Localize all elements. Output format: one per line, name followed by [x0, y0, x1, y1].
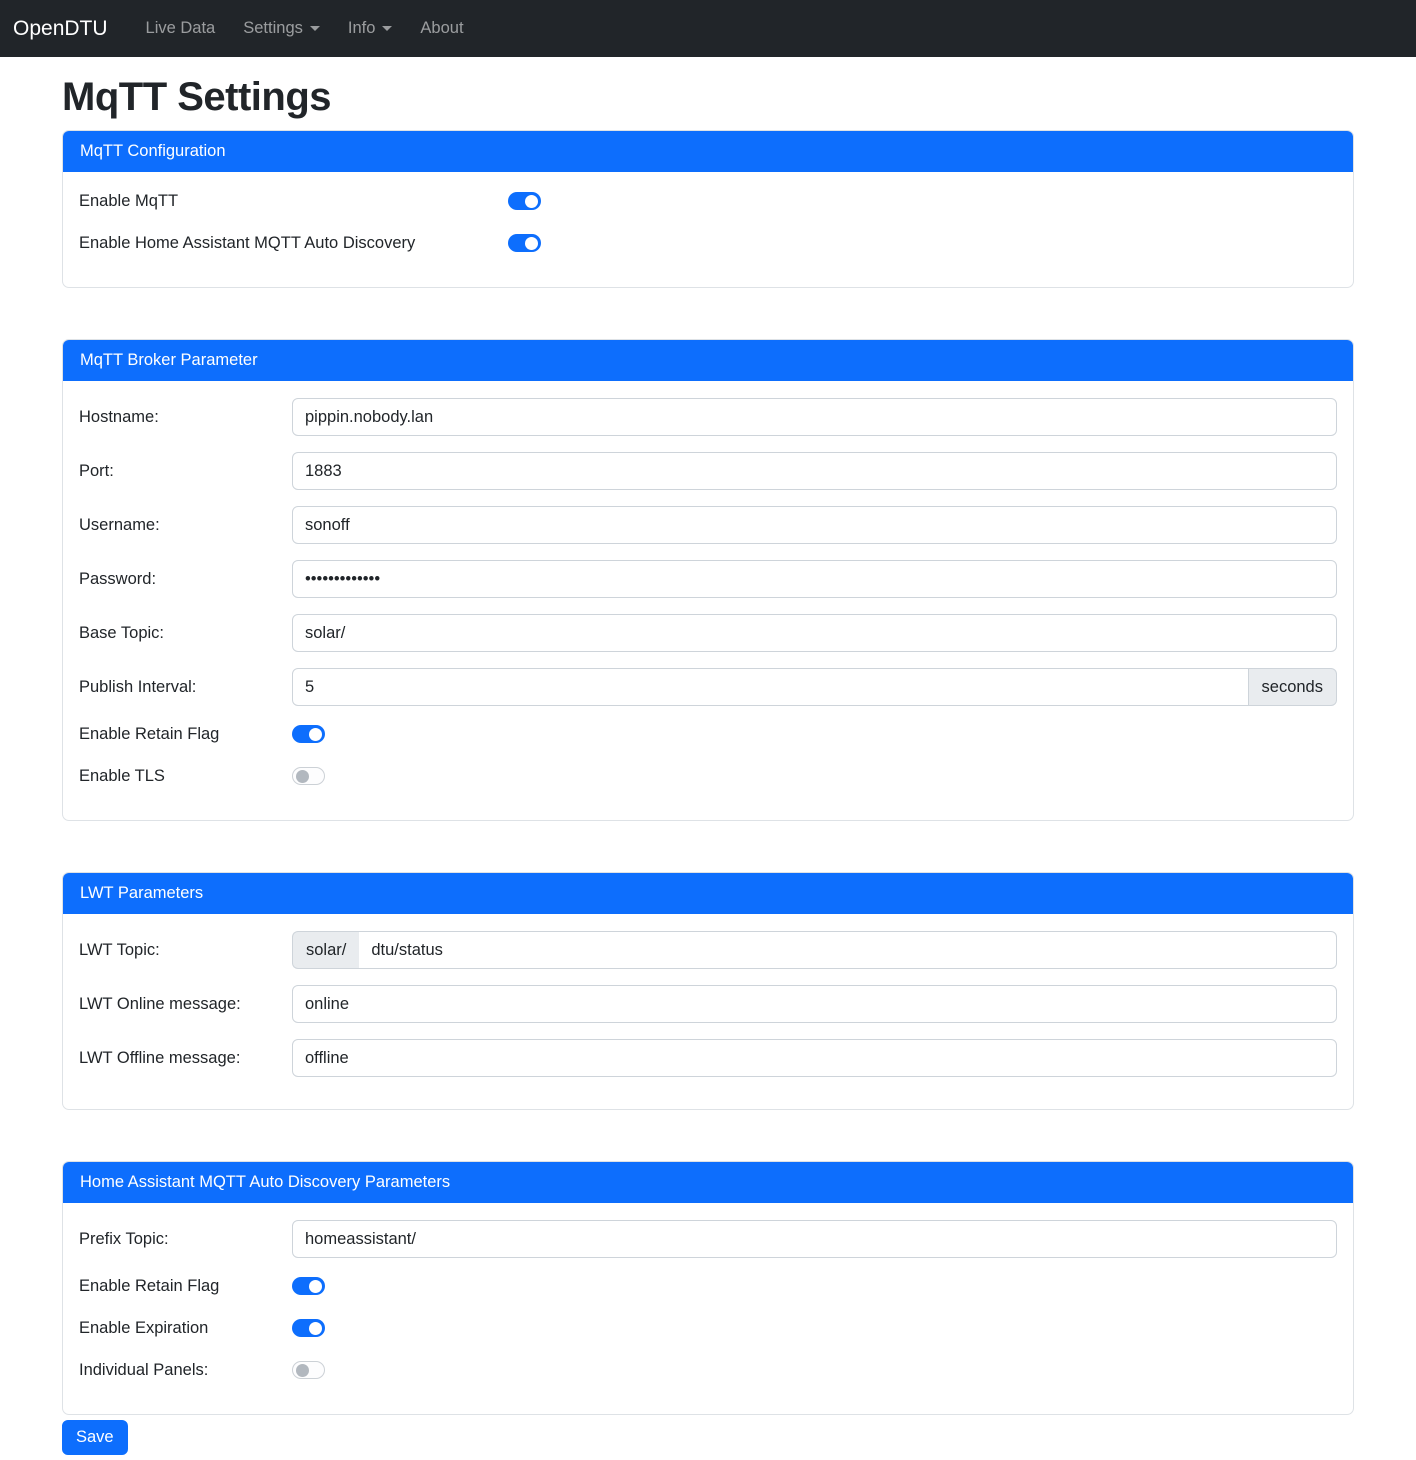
card-lwt-parameters: LWT Parameters LWT Topic: solar/ LWT Onl…	[62, 872, 1354, 1110]
password-label: Password:	[79, 570, 292, 589]
card-mqtt-configuration: MqTT Configuration Enable MqTT Enable Ho…	[62, 130, 1354, 288]
navbar: OpenDTU Live Data Settings Info About	[0, 0, 1416, 57]
form-row-enable-mqtt: Enable MqTT	[79, 189, 1337, 213]
base-topic-input[interactable]	[292, 614, 1337, 652]
form-row-lwt-offline: LWT Offline message:	[79, 1039, 1337, 1077]
port-label: Port:	[79, 462, 292, 481]
nav-live-data[interactable]: Live Data	[132, 11, 230, 46]
chevron-down-icon	[310, 26, 320, 31]
individual-panels-toggle[interactable]	[292, 1361, 325, 1379]
card-ha-discovery-parameters-body: Prefix Topic: Enable Retain Flag Enable …	[63, 1203, 1353, 1414]
form-row-prefix-topic: Prefix Topic:	[79, 1220, 1337, 1258]
form-row-enable-ha-discovery: Enable Home Assistant MQTT Auto Discover…	[79, 231, 1337, 255]
individual-panels-label: Individual Panels:	[79, 1361, 292, 1380]
app-brand[interactable]: OpenDTU	[13, 17, 108, 41]
enable-tls-label: Enable TLS	[79, 767, 292, 786]
nav-settings[interactable]: Settings	[229, 11, 334, 46]
publish-interval-label: Publish Interval:	[79, 678, 292, 697]
lwt-topic-input[interactable]	[359, 931, 1337, 969]
enable-mqtt-toggle[interactable]	[508, 192, 541, 210]
publish-interval-input[interactable]	[292, 668, 1249, 706]
form-row-password: Password:	[79, 560, 1337, 598]
form-row-port: Port:	[79, 452, 1337, 490]
form-row-username: Username:	[79, 506, 1337, 544]
card-mqtt-broker-parameter-header: MqTT Broker Parameter	[63, 340, 1353, 381]
card-mqtt-configuration-body: Enable MqTT Enable Home Assistant MQTT A…	[63, 172, 1353, 287]
enable-retain-label: Enable Retain Flag	[79, 725, 292, 744]
enable-mqtt-label: Enable MqTT	[79, 192, 508, 211]
nav-info[interactable]: Info	[334, 11, 407, 46]
form-row-enable-tls: Enable TLS	[79, 764, 1337, 788]
nav-info-label: Info	[348, 19, 376, 38]
form-row-hostname: Hostname:	[79, 398, 1337, 436]
form-row-publish-interval: Publish Interval: seconds	[79, 668, 1337, 706]
enable-retain-toggle[interactable]	[292, 725, 325, 743]
card-mqtt-broker-parameter-body: Hostname: Port: Username: Password: Base…	[63, 381, 1353, 820]
lwt-online-input[interactable]	[292, 985, 1337, 1023]
hostname-label: Hostname:	[79, 408, 292, 427]
password-input[interactable]	[292, 560, 1337, 598]
publish-interval-group: seconds	[292, 668, 1337, 706]
port-input[interactable]	[292, 452, 1337, 490]
card-lwt-parameters-body: LWT Topic: solar/ LWT Online message: LW…	[63, 914, 1353, 1109]
base-topic-label: Base Topic:	[79, 624, 292, 643]
username-label: Username:	[79, 516, 292, 535]
ha-expiration-label: Enable Expiration	[79, 1319, 292, 1338]
lwt-online-label: LWT Online message:	[79, 995, 292, 1014]
form-row-lwt-topic: LWT Topic: solar/	[79, 931, 1337, 969]
page-title: MqTT Settings	[62, 75, 1354, 120]
card-mqtt-configuration-header: MqTT Configuration	[63, 131, 1353, 172]
username-input[interactable]	[292, 506, 1337, 544]
form-row-lwt-online: LWT Online message:	[79, 985, 1337, 1023]
enable-tls-toggle[interactable]	[292, 767, 325, 785]
nav-about[interactable]: About	[406, 11, 477, 46]
ha-retain-label: Enable Retain Flag	[79, 1277, 292, 1296]
lwt-topic-group: solar/	[292, 931, 1337, 969]
form-row-base-topic: Base Topic:	[79, 614, 1337, 652]
form-row-enable-retain: Enable Retain Flag	[79, 722, 1337, 746]
prefix-topic-input[interactable]	[292, 1220, 1337, 1258]
lwt-offline-input[interactable]	[292, 1039, 1337, 1077]
ha-retain-toggle[interactable]	[292, 1277, 325, 1295]
hostname-input[interactable]	[292, 398, 1337, 436]
card-mqtt-broker-parameter: MqTT Broker Parameter Hostname: Port: Us…	[62, 339, 1354, 821]
card-ha-discovery-parameters-header: Home Assistant MQTT Auto Discovery Param…	[63, 1162, 1353, 1203]
lwt-topic-prefix: solar/	[292, 931, 359, 969]
form-row-ha-retain: Enable Retain Flag	[79, 1274, 1337, 1298]
form-row-individual-panels: Individual Panels:	[79, 1358, 1337, 1382]
lwt-topic-label: LWT Topic:	[79, 941, 292, 960]
nav-settings-label: Settings	[243, 19, 303, 38]
enable-ha-discovery-label: Enable Home Assistant MQTT Auto Discover…	[79, 234, 508, 253]
publish-interval-unit: seconds	[1249, 668, 1337, 706]
main-content: MqTT Settings MqTT Configuration Enable …	[62, 75, 1354, 1455]
card-ha-discovery-parameters: Home Assistant MQTT Auto Discovery Param…	[62, 1161, 1354, 1415]
prefix-topic-label: Prefix Topic:	[79, 1230, 292, 1249]
chevron-down-icon	[382, 26, 392, 31]
save-button[interactable]: Save	[62, 1420, 128, 1455]
ha-expiration-toggle[interactable]	[292, 1319, 325, 1337]
card-lwt-parameters-header: LWT Parameters	[63, 873, 1353, 914]
form-row-ha-expiration: Enable Expiration	[79, 1316, 1337, 1340]
enable-ha-discovery-toggle[interactable]	[508, 234, 541, 252]
lwt-offline-label: LWT Offline message:	[79, 1049, 292, 1068]
